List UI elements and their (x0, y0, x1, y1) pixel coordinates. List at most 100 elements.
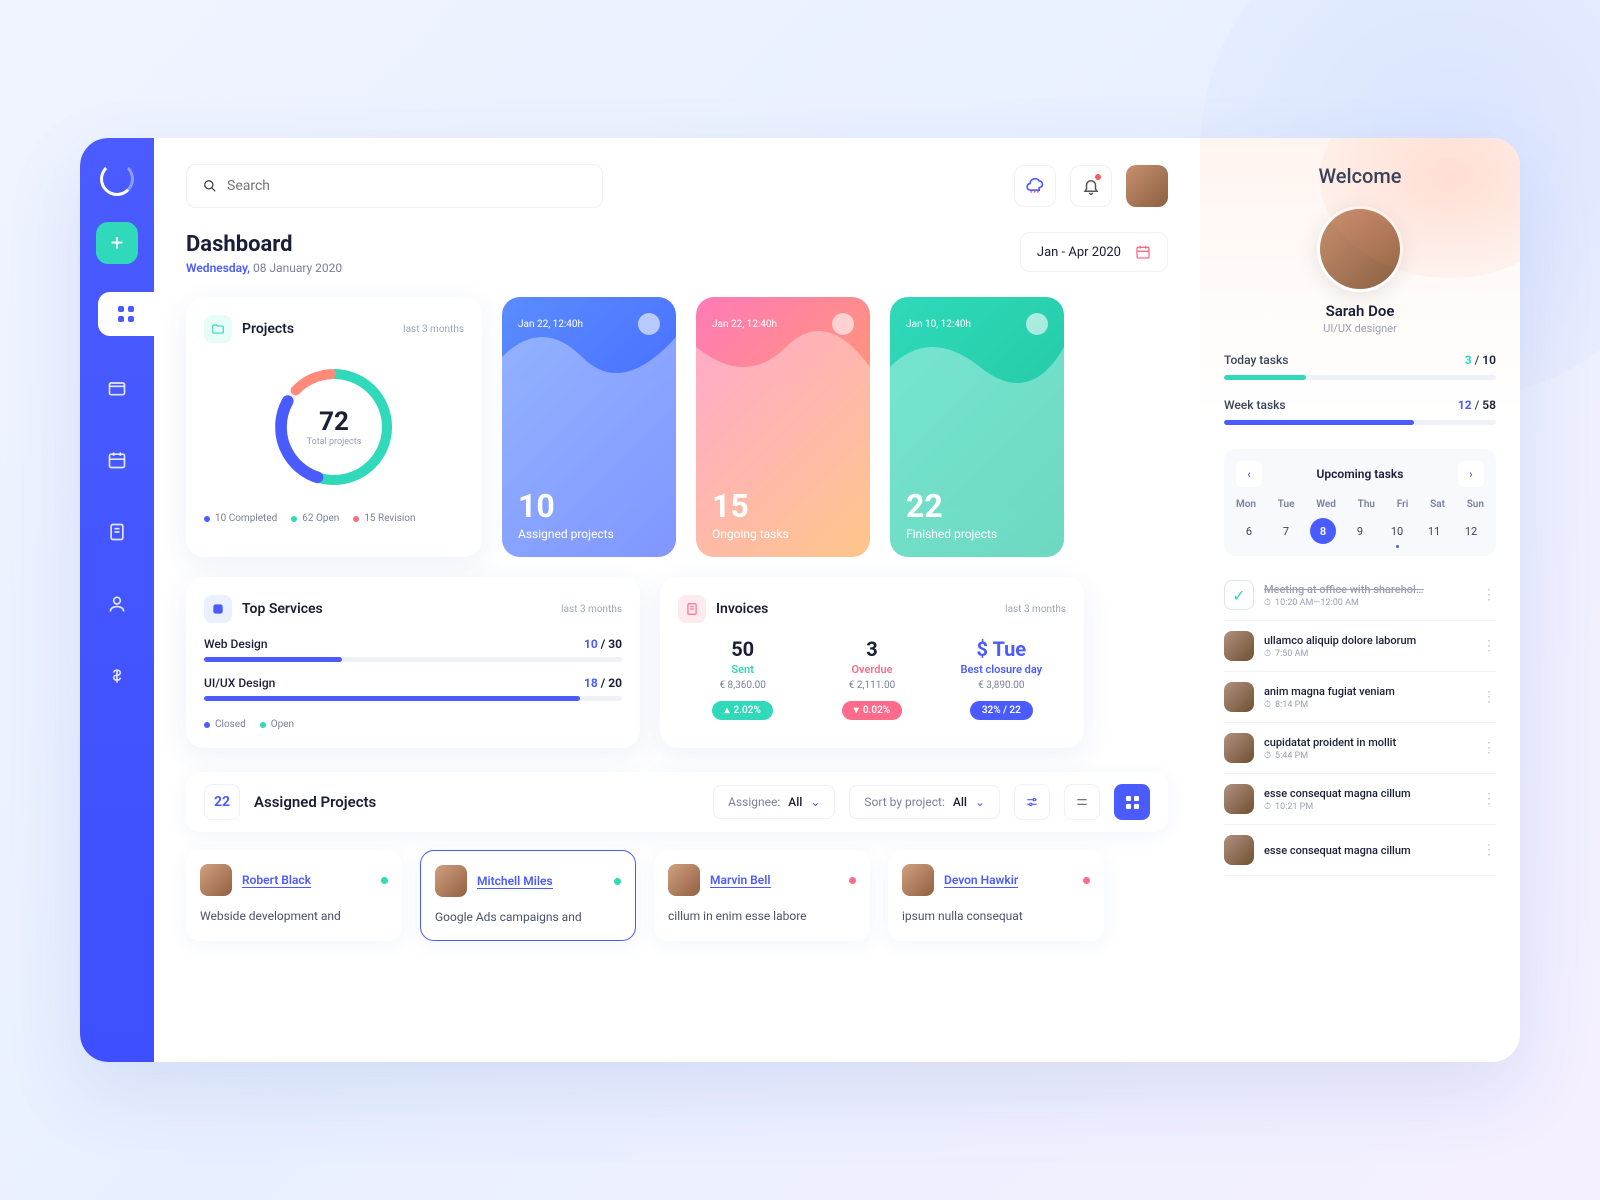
tasks-list: ✓ Meeting at office with sharehol…⏱10:20… (1224, 570, 1496, 876)
app-window: + Dashboard Wednesday, 08 January 2020 J… (80, 138, 1520, 1062)
calendar-date[interactable]: 8 (1310, 518, 1336, 544)
project-cards: Robert Black Webside development and Mit… (186, 850, 1168, 941)
search-box[interactable] (186, 164, 603, 208)
cloud-icon (1025, 176, 1045, 196)
ongoing-tasks-card[interactable]: Jan 22, 12:40h 15Ongoing tasks (696, 297, 870, 557)
avatar-icon (1224, 682, 1254, 712)
page-header: Dashboard Wednesday, 08 January 2020 Jan… (186, 232, 1168, 275)
search-input[interactable] (227, 178, 586, 194)
project-card[interactable]: Marvin Bell cillum in enim esse labore (654, 850, 870, 941)
weather-button[interactable] (1014, 165, 1056, 207)
avatar-icon (1026, 313, 1048, 335)
avatar-icon (668, 864, 700, 896)
avatar-icon (1224, 733, 1254, 763)
welcome-title: Welcome (1224, 164, 1496, 188)
calendar-date[interactable]: 6 (1236, 518, 1262, 544)
task-item[interactable]: ✓ Meeting at office with sharehol…⏱10:20… (1224, 570, 1496, 621)
nav-dashboard[interactable] (98, 292, 154, 336)
invoices-card: Invoices last 3 months 50 Sent € 8,360.0… (660, 577, 1084, 748)
avatar-icon (638, 313, 660, 335)
status-dot (381, 877, 388, 884)
avatar-icon (1224, 784, 1254, 814)
calendar-next[interactable]: › (1458, 461, 1484, 487)
calendar-date[interactable]: 11 (1421, 518, 1447, 544)
task-item[interactable]: esse consequat magna cillum ⋮ (1224, 825, 1496, 876)
task-item[interactable]: esse consequat magna cillum⏱10:21 PM ⋮ (1224, 774, 1496, 825)
more-icon[interactable]: ⋮ (1482, 842, 1496, 858)
right-panel: Welcome Sarah Doe UI/UX designer Today t… (1200, 138, 1520, 1062)
profile-name: Sarah Doe (1224, 302, 1496, 320)
status-dot (849, 877, 856, 884)
avatar-icon (435, 865, 467, 897)
nav-folder[interactable] (97, 368, 137, 408)
sidebar: + (80, 138, 154, 1062)
project-card[interactable]: Robert Black Webside development and (186, 850, 402, 941)
assigned-projects-bar: 22 Assigned Projects Assignee: All ⌄ Sor… (186, 772, 1168, 832)
status-dot (1083, 877, 1090, 884)
nav-billing[interactable] (97, 656, 137, 696)
nav-calendar[interactable] (97, 440, 137, 480)
today-tasks-progress: Today tasks3 / 10 (1224, 353, 1496, 380)
calendar-prev[interactable]: ‹ (1236, 461, 1262, 487)
invoice-icon (678, 595, 706, 623)
notifications-button[interactable] (1070, 165, 1112, 207)
project-card[interactable]: Devon Hawkir ipsum nulla consequat (888, 850, 1104, 941)
calendar-date[interactable]: 9 (1347, 518, 1373, 544)
invoice-overdue: 3 Overdue € 2,111.00 ▾0.02% (807, 637, 936, 720)
avatar-icon (1224, 631, 1254, 661)
more-icon[interactable]: ⋮ (1482, 740, 1496, 756)
assignee-filter[interactable]: Assignee: All ⌄ (713, 785, 835, 819)
page-title: Dashboard (186, 232, 342, 257)
calendar-icon (1135, 244, 1151, 260)
main-content: Dashboard Wednesday, 08 January 2020 Jan… (154, 138, 1200, 1062)
task-item[interactable]: ullamco aliquip dolore laborum⏱7:50 AM ⋮ (1224, 621, 1496, 672)
calendar-widget: ‹ Upcoming tasks › MonTueWedThuFriSatSun… (1224, 449, 1496, 556)
calendar-date[interactable]: 7 (1273, 518, 1299, 544)
calendar-date[interactable]: 10 (1384, 518, 1410, 544)
assigned-count: 22 (204, 784, 240, 820)
user-avatar[interactable] (1126, 165, 1168, 207)
list-view-button[interactable] (1064, 784, 1100, 820)
stats-row: Projects last 3 months 72 Total projects (186, 297, 1168, 557)
more-icon[interactable]: ⋮ (1482, 587, 1496, 603)
sort-filter[interactable]: Sort by project: All ⌄ (849, 785, 1000, 819)
check-icon[interactable]: ✓ (1224, 580, 1254, 610)
project-card[interactable]: Mitchell Miles Google Ads campaigns and (420, 850, 636, 941)
sliders-icon (1025, 795, 1039, 809)
invoice-sent: 50 Sent € 8,360.00 ▴2.02% (678, 637, 807, 720)
service-row: Web Design10 / 30 (204, 637, 622, 662)
folder-icon (204, 315, 232, 343)
service-row: UI/UX Design18 / 20 (204, 676, 622, 701)
assigned-projects-card[interactable]: Jan 22, 12:40h 10Assigned projects (502, 297, 676, 557)
search-icon (203, 179, 217, 193)
calendar-date[interactable]: 12 (1458, 518, 1484, 544)
projects-card: Projects last 3 months 72 Total projects (186, 297, 482, 557)
status-dot (614, 878, 621, 885)
avatar-icon (1224, 835, 1254, 865)
grid-view-button[interactable] (1114, 784, 1150, 820)
top-services-card: Top Services last 3 months Web Design10 … (186, 577, 640, 748)
filter-button[interactable] (1014, 784, 1050, 820)
invoice-best-day: $ Tue Best closure day € 3,890.00 32% / … (937, 637, 1066, 720)
projects-legend: 10 Completed 62 Open 15 Revision (204, 513, 464, 524)
task-item[interactable]: cupidatat proident in mollit⏱5:44 PM ⋮ (1224, 723, 1496, 774)
page-date: Wednesday, 08 January 2020 (186, 261, 342, 275)
services-icon (204, 595, 232, 623)
topbar (186, 164, 1168, 208)
profile-avatar[interactable] (1317, 206, 1403, 292)
avatar-icon (902, 864, 934, 896)
list-icon (1075, 795, 1089, 809)
more-icon[interactable]: ⋮ (1482, 689, 1496, 705)
profile-role: UI/UX designer (1224, 322, 1496, 335)
more-icon[interactable]: ⋮ (1482, 638, 1496, 654)
week-tasks-progress: Week tasks12 / 58 (1224, 398, 1496, 425)
nav-notes[interactable] (97, 512, 137, 552)
avatar-icon (832, 313, 854, 335)
task-item[interactable]: anim magna fugiat veniam⏱8:14 PM ⋮ (1224, 672, 1496, 723)
nav-user[interactable] (97, 584, 137, 624)
finished-projects-card[interactable]: Jan 10, 12:40h 22Finished projects (890, 297, 1064, 557)
add-button[interactable]: + (96, 222, 138, 264)
date-range-picker[interactable]: Jan - Apr 2020 (1020, 232, 1168, 272)
more-icon[interactable]: ⋮ (1482, 791, 1496, 807)
avatar-icon (200, 864, 232, 896)
